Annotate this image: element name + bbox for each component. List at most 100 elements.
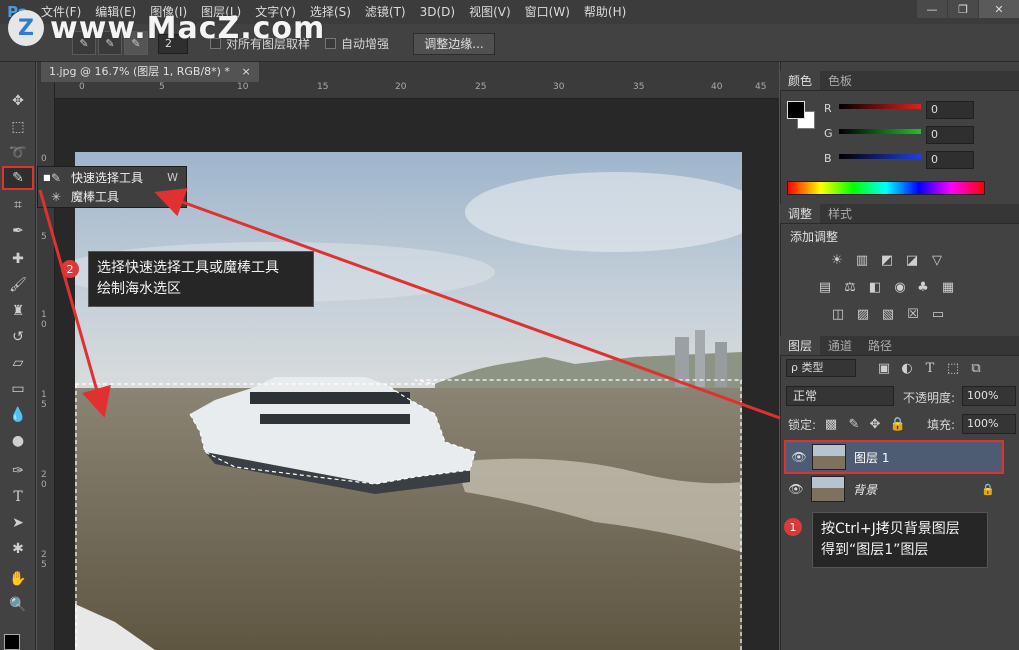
tab-paths[interactable]: 路径: [860, 336, 901, 355]
red-value-field[interactable]: 0: [926, 101, 974, 119]
layer-thumbnail: [812, 444, 846, 470]
filter-shape-icon[interactable]: ⬚: [944, 360, 962, 376]
gradient-map-icon[interactable]: ▭: [929, 306, 947, 322]
flyout-item-shortcut: W: [167, 190, 178, 203]
filter-pixel-icon[interactable]: ▣: [875, 360, 893, 376]
brightness-icon[interactable]: ☀: [828, 252, 846, 268]
flyout-item-shortcut: W: [167, 171, 178, 184]
black-white-icon[interactable]: ◧: [866, 279, 884, 295]
document-tab[interactable]: 1.jpg @ 16.7% (图层 1, RGB/8*) * ×: [41, 62, 259, 82]
auto-enhance-checkbox[interactable]: [325, 38, 336, 49]
invert-icon[interactable]: ◫: [829, 306, 847, 322]
healing-brush-icon[interactable]: ✚: [4, 248, 32, 270]
opacity-field[interactable]: 100%: [962, 386, 1016, 406]
shape-tool-icon[interactable]: ✱: [4, 538, 32, 560]
pen-tool-icon[interactable]: ✑: [4, 460, 32, 482]
lock-image-icon[interactable]: ✎: [845, 416, 863, 432]
minimize-button[interactable]: —: [917, 0, 947, 18]
color-lookup-icon[interactable]: ▦: [939, 279, 957, 295]
close-window-button[interactable]: ✕: [979, 0, 1019, 18]
visibility-eye-icon[interactable]: 👁: [781, 482, 811, 496]
restore-button[interactable]: ❐: [948, 0, 978, 18]
green-slider[interactable]: [839, 129, 921, 134]
close-tab-icon[interactable]: ×: [241, 65, 250, 78]
eraser-tool-icon[interactable]: ▱: [4, 352, 32, 374]
tab-swatches[interactable]: 色板: [820, 71, 861, 90]
gradient-tool-icon[interactable]: ▭: [4, 378, 32, 400]
layer-row-background[interactable]: 👁 背景 🔒: [781, 472, 1019, 506]
menu-3d[interactable]: 3D(D): [413, 0, 462, 24]
filter-type-icon[interactable]: T: [921, 360, 939, 376]
fill-field[interactable]: 100%: [962, 414, 1016, 434]
hand-tool-icon[interactable]: ✋: [4, 568, 32, 590]
zoom-tool-icon[interactable]: 🔍: [4, 594, 32, 616]
menu-filter[interactable]: 滤镜(T): [358, 0, 413, 24]
brush-tool-icon[interactable]: 🖌: [4, 274, 32, 296]
visibility-eye-icon[interactable]: 👁: [786, 450, 812, 464]
history-brush-icon[interactable]: ↺: [4, 326, 32, 348]
dodge-tool-icon[interactable]: ●: [4, 430, 32, 452]
tab-styles[interactable]: 样式: [820, 204, 861, 223]
flyout-item-label: 快速选择工具: [71, 171, 144, 185]
lock-all-icon[interactable]: 🔒: [889, 416, 907, 432]
marquee-tool-icon[interactable]: ⬚: [4, 116, 32, 138]
channel-r-label: R: [824, 102, 832, 115]
lock-transparent-icon[interactable]: ▩: [822, 416, 840, 432]
hue-saturation-icon[interactable]: ▤: [816, 279, 834, 295]
color-spectrum-bar[interactable]: [787, 181, 985, 195]
lasso-tool-icon[interactable]: ➰: [4, 142, 32, 164]
refine-edge-button[interactable]: 调整边缘...: [413, 33, 495, 55]
filter-smart-icon[interactable]: ⧉: [967, 360, 985, 376]
layers-panel-tabs: 图层 通道 路径: [780, 336, 1019, 356]
threshold-icon[interactable]: ▧: [879, 306, 897, 322]
foreground-color-swatch[interactable]: [4, 634, 20, 650]
channel-mixer-icon[interactable]: ♣: [914, 279, 932, 295]
filter-adjust-icon[interactable]: ◐: [898, 360, 916, 376]
layer-filter-label: ρ 类型: [791, 361, 824, 374]
color-balance-icon[interactable]: ⚖: [841, 279, 859, 295]
layer-row-layer1[interactable]: 👁 图层 1: [784, 440, 1004, 474]
layer-thumbnail: [811, 476, 845, 502]
lock-position-icon[interactable]: ✥: [866, 416, 884, 432]
clone-stamp-icon[interactable]: ♜: [4, 300, 32, 322]
eyedropper-tool-icon[interactable]: ✒: [4, 220, 32, 242]
flyout-item-quick-selection[interactable]: ■ ✎ 快速选择工具 W: [38, 168, 186, 187]
ruler-tick: 0: [79, 82, 85, 92]
path-selection-icon[interactable]: ➤: [4, 512, 32, 534]
blue-value-field[interactable]: 0: [926, 151, 974, 169]
quick-selection-tool-icon[interactable]: ✎: [2, 166, 34, 190]
curves-icon[interactable]: ◩: [878, 252, 896, 268]
lock-label: 锁定:: [788, 418, 817, 432]
menu-help[interactable]: 帮助(H): [577, 0, 633, 24]
tab-layers[interactable]: 图层: [780, 336, 821, 355]
tab-adjustments[interactable]: 调整: [780, 204, 821, 223]
add-adjustment-title: 添加调整: [790, 230, 839, 244]
blend-mode-select[interactable]: 正常: [786, 386, 894, 406]
levels-icon[interactable]: ▥: [853, 252, 871, 268]
foreground-color-box[interactable]: [787, 101, 805, 119]
flyout-item-magic-wand[interactable]: ✳ 魔棒工具 W: [38, 187, 186, 206]
layer-filter-select[interactable]: ρ 类型: [786, 359, 856, 377]
selective-color-icon[interactable]: ☒: [904, 306, 922, 322]
green-value-field[interactable]: 0: [926, 126, 974, 144]
move-tool-icon[interactable]: ✥: [4, 90, 32, 112]
posterize-icon[interactable]: ▨: [854, 306, 872, 322]
step-2-callout: 选择快速选择工具或魔棒工具 绘制海水选区: [88, 251, 314, 307]
vibrance-icon[interactable]: ▽: [928, 252, 946, 268]
type-tool-icon[interactable]: T: [4, 486, 32, 508]
blur-tool-icon[interactable]: 💧: [4, 404, 32, 426]
blue-slider[interactable]: [839, 154, 921, 159]
crop-tool-icon[interactable]: ⌗: [4, 194, 32, 216]
menu-view[interactable]: 视图(V): [462, 0, 518, 24]
flyout-item-label: 魔棒工具: [71, 190, 120, 204]
document-image[interactable]: [75, 152, 742, 650]
red-slider[interactable]: [839, 104, 921, 109]
tab-color[interactable]: 颜色: [780, 71, 821, 90]
photo-filter-icon[interactable]: ◉: [891, 279, 909, 295]
tab-channels[interactable]: 通道: [820, 336, 861, 355]
exposure-icon[interactable]: ◪: [903, 252, 921, 268]
menu-window[interactable]: 窗口(W): [518, 0, 577, 24]
callout-line: 按Ctrl+J拷贝背景图层: [821, 521, 960, 537]
blend-mode-value: 正常: [793, 389, 818, 403]
ruler-tick: 1 5: [41, 390, 47, 410]
